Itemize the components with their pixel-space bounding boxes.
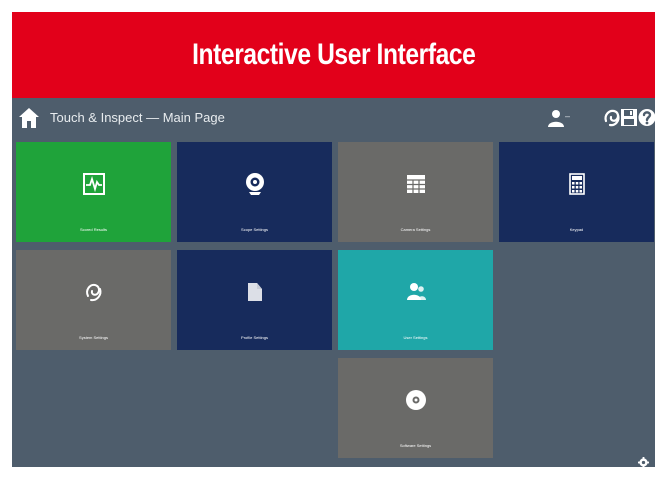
document-icon <box>247 283 262 301</box>
tile-profile-settings[interactable]: Profile Settings <box>177 250 332 350</box>
tile-scored-results[interactable]: Scored Results <box>16 142 171 242</box>
save-icon[interactable] <box>620 108 638 127</box>
disc-icon <box>405 390 426 410</box>
calculator-icon <box>568 173 585 195</box>
home-icon[interactable] <box>18 107 40 129</box>
tile-label: System Settings <box>79 335 108 340</box>
tile-system-settings[interactable]: System Settings <box>16 250 171 350</box>
tile-software-settings[interactable]: Software Settings <box>338 358 493 458</box>
page-title: Touch & Inspect — Main Page <box>50 110 225 125</box>
sync-icon[interactable] <box>602 107 622 129</box>
user-icon[interactable] <box>547 109 565 127</box>
tile-label: User Settings <box>403 335 428 340</box>
tile-camera-settings[interactable]: Camera Settings <box>338 142 493 242</box>
tile-label: Camera Settings <box>400 227 431 232</box>
tile-label: Keypad <box>569 227 584 232</box>
users-icon <box>406 283 426 300</box>
sync-icon <box>85 283 101 302</box>
app-window: Touch & Inspect — Main Page – Scored Res… <box>12 98 655 467</box>
webcam-icon <box>245 173 264 195</box>
tile-scope-settings[interactable]: Scope Settings <box>177 142 332 242</box>
user-dropdown-indicator[interactable]: – <box>565 111 570 121</box>
tile-label: Software Settings <box>399 443 432 448</box>
help-icon[interactable] <box>638 108 655 127</box>
banner-title: Interactive User Interface <box>191 38 476 71</box>
top-bar: Touch & Inspect — Main Page – <box>12 98 655 138</box>
gear-icon[interactable] <box>638 457 649 467</box>
tile-label: Scored Results <box>79 227 108 232</box>
tile-label: Profile Settings <box>241 335 268 340</box>
tile-label: Scope Settings <box>241 227 268 232</box>
header-banner: Interactive User Interface <box>12 12 655 98</box>
table-icon <box>406 175 425 193</box>
tile-keypad[interactable]: Keypad <box>499 142 654 242</box>
heartbeat-icon <box>82 173 105 195</box>
tile-user-settings[interactable]: User Settings <box>338 250 493 350</box>
